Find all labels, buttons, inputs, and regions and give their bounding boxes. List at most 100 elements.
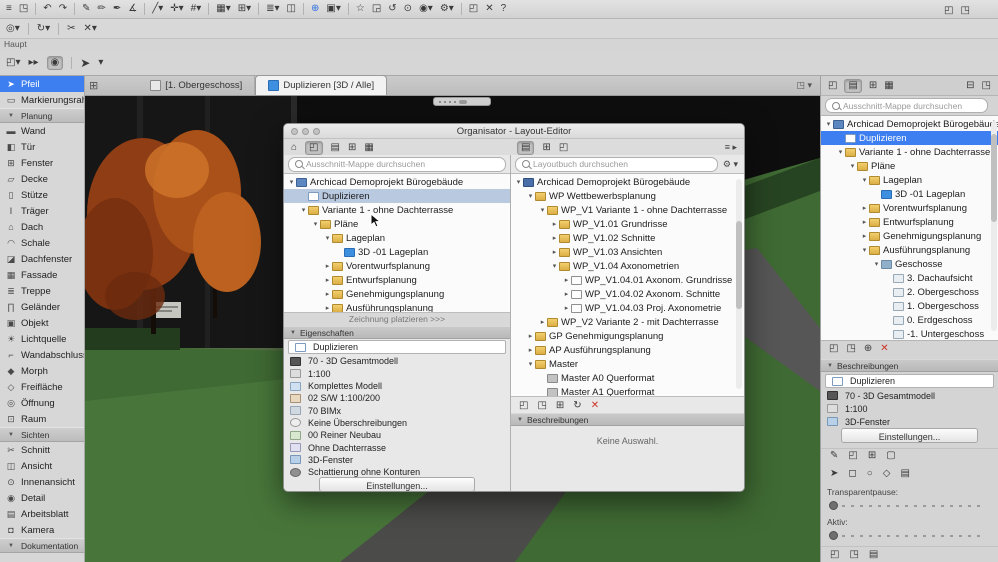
separator[interactable] [258,3,259,15]
nav-item-project-root[interactable]: ▾ Archicad Demoprojekt Bürogebäude [821,117,998,131]
delete-commands-icon[interactable]: ✕▾ [84,24,97,34]
grid-icon[interactable]: ⊞ [868,451,876,461]
tab-overview-icon[interactable]: ◳ [19,4,28,14]
quick-layout-icon[interactable]: ⊞ [89,79,98,92]
tool-gelaender[interactable]: ∏ Geländer [0,299,84,315]
nav-item-dachaufsicht[interactable]: 3. Dachaufsicht [821,271,998,285]
navigator-scrollbar[interactable] [991,121,997,331]
disclosure-arrow-icon[interactable]: ▾ [514,178,523,186]
delete-icon[interactable]: ✕ [591,401,599,411]
disclosure-arrow-icon[interactable]: ▾ [526,360,535,368]
frame-icon[interactable]: ▢ [886,451,895,461]
nav-item-lageplan[interactable]: ▾ Lageplan [821,173,998,187]
tree-item-project-root[interactable]: ▾ Archicad Demoprojekt Bürogebäude [284,175,510,189]
nav-item-genehmigungsplanung[interactable]: ▸ Genehmigungsplanung [821,229,998,243]
edit-icon[interactable]: ✎ [830,451,838,461]
separator[interactable] [71,57,72,69]
disclosure-arrow-icon[interactable]: ▾ [860,246,869,254]
measure-icon[interactable]: ∡ [128,4,137,14]
tab-overflow-icon[interactable]: ◳ ▾ [796,80,812,91]
tree-item-master-a0[interactable]: Master A0 Querformat [511,371,744,385]
redo-icon[interactable]: ↷ [59,4,67,14]
tool-schnitt[interactable]: ✂ Schnitt [0,442,84,458]
navigator-search-input[interactable] [825,98,988,113]
disclosure-arrow-icon[interactable]: ▾ [550,262,559,270]
tree-item-gp[interactable]: ▸ GP Genehmigungsplanung [511,329,744,343]
layoutbook-settings-icon[interactable]: ⚙ ▾ [723,159,738,170]
view-map-mode-icon[interactable]: ◰ [305,141,322,155]
tree-item-wp-v1-04-03[interactable]: ▸ WP_V1.04.03 Proj. Axonometrie [511,301,744,315]
snap-guides-icon[interactable]: ✛▾ [170,4,183,14]
tool-arbeitsblatt[interactable]: ▤ Arbeitsblatt [0,506,84,522]
zoom-window-icon[interactable] [313,128,320,135]
favorites-icon[interactable]: ☆ [356,4,365,14]
disclosure-arrow-icon[interactable]: ▾ [860,176,869,184]
toolbox-toggle-icon[interactable]: ◰▾ [6,58,20,68]
tool-stuetze[interactable]: ▯ Stütze [0,187,84,203]
new-subset-icon[interactable]: ◳ [537,401,546,411]
nav-item-ausfuehrungsplanung[interactable]: ▾ Ausführungsplanung [821,243,998,257]
quick-layers-icon[interactable]: ◫ [287,4,296,14]
tree-item-variante-1[interactable]: ▾ Variante 1 - ohne Dachterrasse [284,203,510,217]
nav-item-plaene[interactable]: ▾ Pläne [821,159,998,173]
inject-parameters-icon[interactable]: ✒ [113,4,121,14]
window-layout-right-icon[interactable]: ◳ [960,6,969,16]
pen-sets-icon[interactable]: ◉▾ [419,4,433,14]
close-window-icon[interactable] [291,128,298,135]
tree-item-layoutbook-root[interactable]: ▾ Archicad Demoprojekt Bürogebäude [511,175,744,189]
tab-1-obergeschoss[interactable]: [1. Obergeschoss] [138,76,255,95]
tool-fassade[interactable]: ▦ Fassade [0,267,84,283]
descriptions-header[interactable]: ▼ Beschreibungen [821,359,998,372]
nav-item-1-obergeschoss[interactable]: 1. Obergeschoss [821,299,998,313]
delete-icon[interactable]: ✕ [880,344,888,354]
layers-icon[interactable]: ≣▾ [266,4,279,14]
step-icons[interactable]: ▸▸ [28,58,38,68]
copy-icon[interactable]: ◰ [848,451,857,461]
update-icon[interactable]: ↻ [573,401,581,411]
rebuild-icon[interactable]: ↺ [388,4,396,14]
disclosure-arrow-icon[interactable]: ▸ [323,290,332,298]
tool-pfeil[interactable]: ➤ Pfeil [0,76,84,92]
disclosure-arrow-icon[interactable]: ▸ [860,232,869,240]
separator[interactable] [74,3,75,15]
tab-duplizieren-3d[interactable]: Duplizieren [3D / Alle] [255,75,387,95]
pet-palette[interactable] [433,97,491,106]
disclosure-arrow-icon[interactable]: ▸ [562,290,571,298]
tree-item-3d-01-lageplan[interactable]: 3D -01 Lageplan [284,245,510,259]
hatch-icon[interactable]: ▤ [900,469,909,479]
close-icon[interactable]: ✕ [485,4,493,14]
capture-icon[interactable]: ◲ [372,4,381,14]
tool-dach[interactable]: ⌂ Dach [0,219,84,235]
orbit-icon[interactable]: ⊙ [404,4,412,14]
toolbox-section-planung[interactable]: ▼ Planung [0,108,84,123]
separator[interactable] [303,3,304,15]
clone-folder-icon[interactable]: ⊕ [864,344,872,354]
disclosure-arrow-icon[interactable]: ▾ [526,192,535,200]
descriptions-header[interactable]: ▼ Beschreibungen [511,413,744,426]
nav-item-variante-1[interactable]: ▾ Variante 1 - ohne Dachterrasse [821,145,998,159]
nav-item-entwurfsplanung[interactable]: ▸ Entwurfsplanung [821,215,998,229]
nav-item-geschosse[interactable]: ▾ Geschosse [821,257,998,271]
new-master-icon[interactable]: ⊞ [556,401,564,411]
tree-item-wp-v1-04-01[interactable]: ▸ WP_V1.04.01 Axonom. Grundrisse [511,273,744,287]
tool-treppe[interactable]: ≣ Treppe [0,283,84,299]
sidebar-settings-button[interactable]: Einstellungen... [841,428,978,443]
organizer-map-icon[interactable]: ▤ [844,79,861,93]
disclosure-arrow-icon[interactable]: ▸ [550,234,559,242]
disclosure-arrow-icon[interactable]: ▸ [526,346,535,354]
tree-item-wp-v1-04[interactable]: ▾ WP_V1.04 Axonometrien [511,259,744,273]
select-icon[interactable]: ➤ [830,469,838,479]
disclosure-arrow-icon[interactable]: ▸ [323,304,332,312]
tree-item-ausfuehrungsplanung[interactable]: ▸ Ausführungsplanung [284,301,510,313]
pickup-parameters-icon[interactable]: ✏ [97,4,105,14]
tree-item-wp-v1-03[interactable]: ▸ WP_V1.03 Ansichten [511,245,744,259]
more-tools-chevron[interactable]: ▾ [98,58,103,68]
guide-lines-icon[interactable]: ╱▾ [152,4,163,14]
marker-icon[interactable]: ✎ [82,4,90,14]
viewmap-search-input[interactable] [288,157,506,172]
panel-options-icon[interactable]: ◳ [982,81,991,91]
tool-schale[interactable]: ◠ Schale [0,235,84,251]
rotate-commands-icon[interactable]: ↻▾ [37,24,50,34]
menu-icon[interactable]: ≡ [6,4,12,14]
worksheet-icon[interactable]: ▤ [869,550,878,560]
